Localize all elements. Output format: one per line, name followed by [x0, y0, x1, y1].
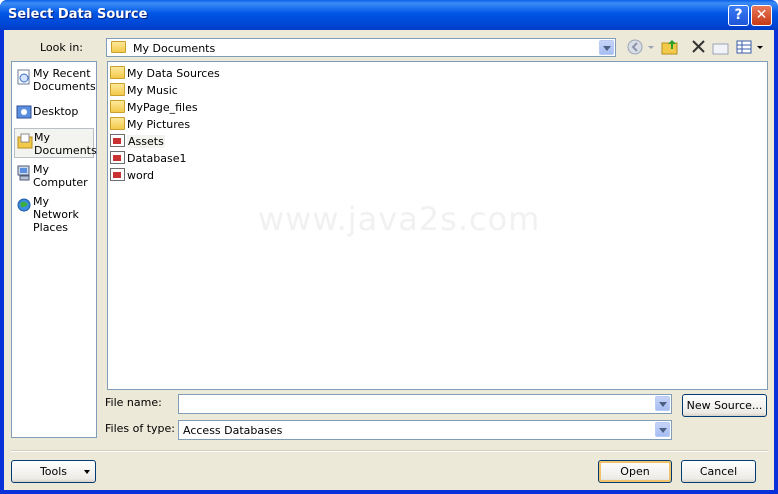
- look-in-value: My Documents: [133, 42, 216, 55]
- place-my-network-places[interactable]: My Network Places: [14, 193, 94, 234]
- cancel-button[interactable]: Cancel: [681, 460, 756, 483]
- access-database-icon: [110, 134, 125, 147]
- chevron-down-icon: [84, 470, 90, 474]
- watermark: www.java2s.com: [258, 200, 541, 238]
- chevron-down-icon[interactable]: [655, 422, 670, 437]
- my-documents-icon: [111, 41, 126, 53]
- select-data-source-dialog: Select Data Source ? ✕ Look in: My Docum…: [0, 0, 778, 494]
- place-my-computer[interactable]: My Computer: [14, 161, 94, 191]
- folder-icon: [110, 100, 125, 113]
- tools-button[interactable]: Tools: [11, 460, 96, 483]
- network-places-icon: [17, 198, 31, 212]
- dialog-body: Look in: My Documents My Recent Document…: [4, 30, 774, 490]
- title-bar[interactable]: Select Data Source ? ✕: [0, 0, 778, 30]
- pictures-folder-icon: [110, 117, 125, 130]
- files-of-type-dropdown[interactable]: Access Databases: [178, 420, 672, 440]
- place-label: My Network Places: [33, 195, 79, 234]
- desktop-icon: [16, 105, 32, 119]
- place-label: My Recent Documents: [33, 67, 96, 93]
- look-in-dropdown[interactable]: My Documents: [106, 38, 616, 57]
- my-documents-icon: [17, 133, 33, 149]
- place-label: My Documents: [34, 131, 97, 157]
- files-of-type-label: Files of type:: [105, 422, 176, 435]
- data-sources-folder-icon: [110, 66, 125, 79]
- places-bar: My Recent Documents Desktop My Documents…: [11, 61, 97, 438]
- file-list: www.java2s.com My Data Sources My Music …: [107, 61, 768, 390]
- my-computer-icon: [17, 165, 30, 181]
- views-icon[interactable]: [735, 38, 755, 56]
- place-my-recent-documents[interactable]: My Recent Documents: [14, 65, 96, 95]
- access-database-icon: [110, 168, 125, 181]
- access-database-icon: [110, 151, 125, 164]
- close-button[interactable]: ✕: [751, 5, 772, 26]
- open-button[interactable]: Open: [598, 460, 672, 483]
- up-one-level-icon[interactable]: [660, 38, 680, 56]
- new-source-button[interactable]: New Source...: [682, 394, 767, 417]
- back-dropdown-icon[interactable]: [646, 38, 656, 56]
- back-icon[interactable]: [626, 38, 646, 56]
- place-label: Desktop: [33, 105, 79, 118]
- new-folder-icon[interactable]: [711, 38, 731, 56]
- views-dropdown-icon[interactable]: [755, 38, 765, 56]
- dialog-title: Select Data Source: [8, 7, 148, 22]
- chevron-down-icon[interactable]: [599, 40, 614, 55]
- place-my-documents[interactable]: My Documents: [14, 128, 97, 158]
- help-button[interactable]: ?: [728, 5, 749, 26]
- file-name-label: File name:: [105, 396, 162, 409]
- place-desktop[interactable]: Desktop: [14, 100, 94, 130]
- divider: [11, 450, 768, 452]
- chevron-down-icon[interactable]: [655, 396, 670, 411]
- recent-documents-icon: [17, 69, 30, 85]
- music-folder-icon: [110, 83, 125, 96]
- look-in-label: Look in:: [40, 41, 83, 54]
- delete-icon[interactable]: [689, 38, 709, 56]
- file-name-input[interactable]: [178, 394, 672, 414]
- place-label: My Computer: [33, 163, 88, 189]
